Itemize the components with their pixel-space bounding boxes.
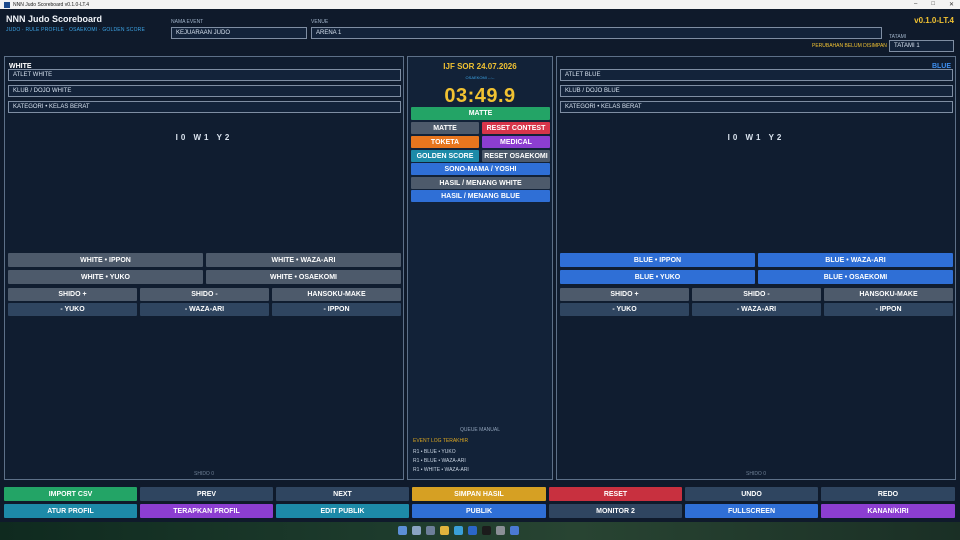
version-label: v0.1.0-LT.4: [914, 16, 954, 25]
terapkan-profil-button[interactable]: TERAPKAN PROFIL: [140, 504, 273, 518]
white-shido-count: SHIDO 0: [193, 471, 214, 477]
simpan-hasil-button[interactable]: SIMPAN HASIL: [412, 487, 546, 501]
blue-club-field[interactable]: KLUB / DOJO BLUE: [560, 85, 953, 97]
tatami-field[interactable]: TATAMI 1: [889, 40, 954, 52]
blue-minus-wazaari-button[interactable]: - WAZA-ARI: [692, 303, 821, 316]
app-icon[interactable]: [468, 526, 477, 535]
settings-icon[interactable]: [496, 526, 505, 535]
app-title: NNN Judo Scoreboard: [6, 14, 103, 24]
matte-button[interactable]: MATTE: [411, 122, 479, 134]
blue-hansoku-button[interactable]: HANSOKU-MAKE: [824, 288, 953, 301]
white-osaekomi-button[interactable]: WHITE • OSAEKOMI: [206, 270, 401, 284]
event-label: NAMA EVENT: [171, 19, 204, 25]
prev-button[interactable]: PREV: [140, 487, 273, 501]
task-view-icon[interactable]: [426, 526, 435, 535]
white-category-field[interactable]: KATEGORI • KELAS BERAT: [8, 101, 401, 113]
white-minus-yuko-button[interactable]: - YUKO: [8, 303, 137, 316]
white-yuko-button[interactable]: WHITE • YUKO: [8, 270, 203, 284]
white-wazaari-button[interactable]: WHITE • WAZA-ARI: [206, 253, 401, 267]
event-log-item: R1 • BLUE • WAZA-ARI: [413, 458, 466, 464]
white-hansoku-button[interactable]: HANSOKU-MAKE: [272, 288, 401, 301]
toketa-button[interactable]: TOKETA: [411, 136, 479, 148]
blue-ippon-button[interactable]: BLUE • IPPON: [560, 253, 755, 267]
blue-panel: BLUE ATLET BLUE KLUB / DOJO BLUE KATEGOR…: [556, 56, 956, 480]
monitor-2-button[interactable]: MONITOR 2: [549, 504, 682, 518]
white-panel: WHITE ATLET WHITE KLUB / DOJO WHITE KATE…: [4, 56, 404, 480]
store-icon[interactable]: [510, 526, 519, 535]
blue-category-field[interactable]: KATEGORI • KELAS BERAT: [560, 101, 953, 113]
publik-button[interactable]: PUBLIK: [412, 504, 546, 518]
osaekomi-timer-label: OSAEKOMI --:--: [465, 75, 495, 80]
os-taskbar: [0, 522, 960, 540]
event-log-title: EVENT LOG TERAKHIR: [413, 438, 469, 444]
import-csv-button[interactable]: IMPORT CSV: [4, 487, 137, 501]
reset-contest-button[interactable]: RESET CONTEST: [482, 122, 550, 134]
blue-athlete-field[interactable]: ATLET BLUE: [560, 69, 953, 81]
white-shido-minus-button[interactable]: SHIDO -: [140, 288, 269, 301]
window-title: NNN Judo Scoreboard v0.1.0-LT.4: [13, 1, 90, 8]
edit-publik-button[interactable]: EDIT PUBLIK: [276, 504, 409, 518]
white-ippon-button[interactable]: WHITE • IPPON: [8, 253, 203, 267]
sono-mama-button[interactable]: SONO-MAMA / YOSHI: [411, 163, 550, 175]
hasil-blue-button[interactable]: HASIL / MENANG BLUE: [411, 190, 550, 202]
event-name: IJF SOR 24.07.2026: [443, 62, 517, 71]
close-icon[interactable]: ✕: [949, 1, 954, 8]
white-score: I0 W1 Y2: [175, 133, 233, 142]
white-minus-ippon-button[interactable]: - IPPON: [272, 303, 401, 316]
event-log-item: R1 • WHITE • WAZA-ARI: [413, 467, 469, 473]
white-athlete-field[interactable]: ATLET WHITE: [8, 69, 401, 81]
fullscreen-button[interactable]: FULLSCREEN: [685, 504, 818, 518]
blue-score: I0 W1 Y2: [727, 133, 785, 142]
terminal-icon[interactable]: [482, 526, 491, 535]
blue-shido-count: SHIDO 0: [745, 471, 766, 477]
matte-main-button[interactable]: MATTE: [411, 107, 550, 120]
atur-profil-button[interactable]: ATUR PROFIL: [4, 504, 137, 518]
blue-wazaari-button[interactable]: BLUE • WAZA-ARI: [758, 253, 953, 267]
blue-minus-ippon-button[interactable]: - IPPON: [824, 303, 953, 316]
venue-field[interactable]: ARENA 1: [311, 27, 882, 39]
white-shido-plus-button[interactable]: SHIDO +: [8, 288, 137, 301]
app-subtitle: JUDO · RULE PROFILE · OSAEKOMI · GOLDEN …: [6, 27, 146, 33]
white-club-field[interactable]: KLUB / DOJO WHITE: [8, 85, 401, 97]
blue-yuko-button[interactable]: BLUE • YUKO: [560, 270, 755, 284]
center-panel: IJF SOR 24.07.2026 OSAEKOMI --:-- 03:49.…: [407, 56, 553, 480]
file-explorer-icon[interactable]: [440, 526, 449, 535]
reset-button[interactable]: RESET: [549, 487, 682, 501]
browser-icon[interactable]: [454, 526, 463, 535]
redo-button[interactable]: REDO: [821, 487, 955, 501]
blue-shido-plus-button[interactable]: SHIDO +: [560, 288, 689, 301]
maximize-icon[interactable]: □: [931, 1, 935, 8]
queue-label: QUEUE MANUAL: [459, 427, 500, 433]
blue-osaekomi-button[interactable]: BLUE • OSAEKOMI: [758, 270, 953, 284]
event-log-item: R1 • BLUE • YUKO: [413, 449, 456, 455]
venue-label: VENUE: [311, 19, 329, 25]
reset-osaekomi-button[interactable]: RESET OSAEKOMI: [482, 150, 550, 162]
kanan-kiri-button[interactable]: KANAN/KIRI: [821, 504, 955, 518]
undo-button[interactable]: UNDO: [685, 487, 818, 501]
unsaved-notice: PERUBAHAN BELUM DISIMPAN: [812, 43, 887, 49]
minimize-icon[interactable]: –: [914, 1, 917, 8]
medical-button[interactable]: MEDICAL: [482, 136, 550, 148]
main-timer: 03:49.9: [444, 85, 516, 107]
golden-score-button[interactable]: GOLDEN SCORE: [411, 150, 479, 162]
white-minus-wazaari-button[interactable]: - WAZA-ARI: [140, 303, 269, 316]
search-icon[interactable]: [412, 526, 421, 535]
app-icon: [4, 1, 10, 8]
next-button[interactable]: NEXT: [276, 487, 409, 501]
blue-minus-yuko-button[interactable]: - YUKO: [560, 303, 689, 316]
window-titlebar: NNN Judo Scoreboard v0.1.0-LT.4 – □ ✕: [0, 0, 960, 9]
event-field[interactable]: KEJUARAAN JUDO: [171, 27, 307, 39]
start-icon[interactable]: [398, 526, 407, 535]
blue-shido-minus-button[interactable]: SHIDO -: [692, 288, 821, 301]
hasil-white-button[interactable]: HASIL / MENANG WHITE: [411, 177, 550, 189]
